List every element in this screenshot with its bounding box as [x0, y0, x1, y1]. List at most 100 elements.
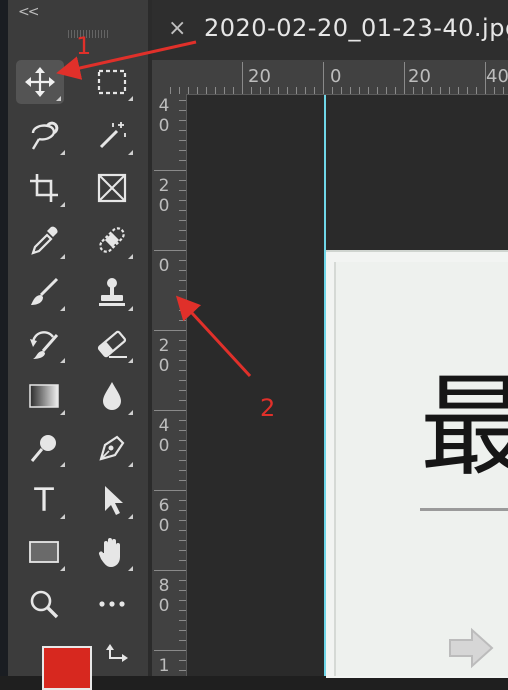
clone-stamp-tool[interactable] — [88, 270, 136, 314]
gradient-icon — [29, 384, 59, 408]
ruler-h-tick — [179, 87, 180, 94]
ruler-h-tick — [170, 87, 171, 94]
ruler-v-tick — [179, 120, 186, 121]
magnifier-icon — [30, 590, 59, 619]
ruler-v-tick — [179, 390, 186, 391]
rectangle-shape-icon — [29, 541, 59, 563]
shape-tool[interactable] — [20, 530, 68, 574]
dodge-icon — [30, 435, 56, 462]
ruler-v-tick — [179, 360, 186, 361]
eraser-tool[interactable] — [88, 322, 136, 366]
frame-tool[interactable] — [88, 166, 136, 210]
horizontal-ruler[interactable]: 20 0 20 40 — [152, 60, 508, 95]
ruler-v-tick — [179, 200, 186, 201]
annotation-label-1: 1 — [76, 32, 92, 60]
image-large-character: 最 — [420, 363, 508, 491]
vertical-guide[interactable] — [324, 95, 326, 676]
ruler-v-tick — [179, 380, 186, 381]
crop-icon — [30, 174, 58, 202]
ruler-v-tick — [179, 190, 186, 191]
image-underline — [420, 508, 508, 511]
hand-tool[interactable] — [88, 530, 136, 574]
move-tool[interactable] — [16, 60, 64, 104]
ruler-h-tick — [305, 87, 306, 94]
ruler-v-tick — [179, 480, 186, 481]
ruler-v-tick — [179, 440, 186, 441]
crop-tool[interactable] — [20, 166, 68, 210]
ruler-v-tick — [179, 220, 186, 221]
ruler-h-tick — [278, 87, 279, 94]
magic-wand-tool[interactable] — [88, 114, 136, 158]
ruler-h-tick — [395, 87, 396, 94]
type-icon: T — [34, 481, 54, 519]
vertical-ruler[interactable]: 40 20 0 20 40 60 80 1 — [152, 94, 187, 676]
ruler-v-tick — [179, 310, 186, 311]
ruler-h-tick — [224, 87, 225, 94]
zoom-tool[interactable] — [20, 582, 68, 626]
ruler-h-tick — [377, 87, 378, 94]
ruler-h-tick — [350, 87, 351, 94]
path-selection-tool[interactable] — [88, 478, 136, 522]
ruler-v-tick — [179, 590, 186, 591]
ruler-v-tick — [154, 570, 186, 571]
lasso-tool[interactable] — [20, 114, 68, 158]
window-edge — [0, 0, 8, 676]
ruler-v-tick — [179, 400, 186, 401]
ruler-v-tick — [154, 170, 186, 171]
pen-tool[interactable] — [88, 426, 136, 470]
ruler-h-tick — [233, 87, 234, 94]
ruler-v-tick — [179, 500, 186, 501]
ruler-h-tick — [440, 87, 441, 94]
ruler-v-tick — [179, 450, 186, 451]
ruler-v-tick — [179, 420, 186, 421]
ruler-h-tick — [485, 62, 486, 94]
ruler-h-tick — [269, 87, 270, 94]
swap-colors-icon[interactable] — [104, 644, 130, 670]
ruler-v-tick — [179, 370, 186, 371]
collapse-panel-button[interactable]: << — [18, 4, 40, 20]
blur-tool[interactable] — [88, 374, 136, 418]
ruler-v-label: 40 — [158, 416, 170, 456]
healing-brush-tool[interactable] — [88, 218, 136, 262]
type-tool[interactable]: T — [20, 478, 68, 522]
drop-icon — [103, 382, 121, 410]
ruler-v-tick — [179, 540, 186, 541]
ruler-v-tick — [179, 180, 186, 181]
ruler-h-tick — [458, 87, 459, 94]
brush-tool[interactable] — [20, 270, 68, 314]
ruler-v-tick — [179, 580, 186, 581]
history-brush-icon — [30, 331, 59, 359]
ruler-v-tick — [179, 320, 186, 321]
ruler-v-tick — [179, 610, 186, 611]
ruler-h-tick — [341, 87, 342, 94]
ruler-v-tick — [179, 460, 186, 461]
ruler-v-label: 1 — [158, 656, 170, 676]
ruler-v-tick — [154, 250, 186, 251]
ruler-v-label: 60 — [158, 496, 170, 536]
foreground-color-swatch[interactable] — [42, 646, 92, 690]
bandage-icon — [99, 227, 125, 253]
ruler-h-tick — [197, 87, 198, 94]
marquee-tool[interactable] — [88, 60, 136, 104]
ruler-h-tick — [242, 62, 243, 94]
ruler-h-tick — [494, 87, 495, 94]
more-tools[interactable] — [88, 582, 136, 626]
move-icon — [25, 67, 55, 97]
history-brush-tool[interactable] — [20, 322, 68, 366]
gradient-tool[interactable] — [20, 374, 68, 418]
ruler-v-tick — [179, 110, 186, 111]
document-tab-title[interactable]: 2020-02-20_01-23-40.jpg — [204, 14, 508, 42]
ruler-v-tick — [179, 270, 186, 271]
ruler-v-label: 20 — [158, 176, 170, 216]
ruler-v-tick — [179, 240, 186, 241]
close-tab-icon[interactable]: × — [168, 16, 186, 41]
eyedropper-icon — [31, 226, 58, 255]
ruler-h-tick — [449, 87, 450, 94]
ruler-v-tick — [154, 490, 186, 491]
ruler-v-tick — [179, 130, 186, 131]
eyedropper-tool[interactable] — [20, 218, 68, 262]
ruler-h-tick — [332, 87, 333, 94]
arrow-right-icon — [449, 627, 494, 669]
ruler-v-tick — [179, 430, 186, 431]
dodge-tool[interactable] — [20, 426, 68, 470]
